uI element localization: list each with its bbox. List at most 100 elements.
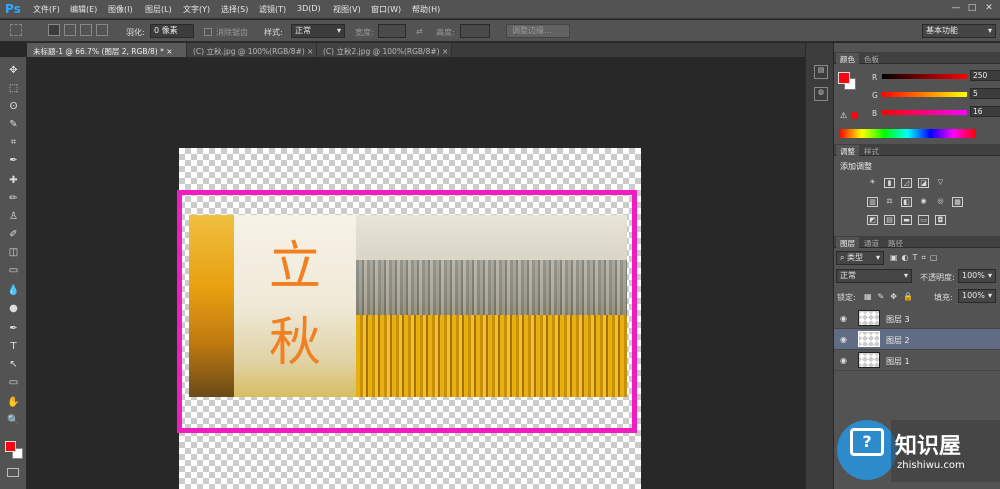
invert-adjust-icon[interactable]: ◩ — [867, 215, 878, 225]
healing-brush-tool-icon[interactable]: ✚ — [6, 173, 21, 188]
menu-select[interactable]: 选择(S) — [221, 4, 248, 15]
tab-close-icon[interactable]: × — [442, 47, 448, 56]
menu-image[interactable]: 图像(I) — [108, 4, 133, 15]
eyedropper-tool-icon[interactable]: ✒ — [6, 153, 21, 168]
hand-tool-icon[interactable]: ✋ — [6, 395, 21, 410]
marquee-preset-icon[interactable] — [10, 24, 22, 36]
eraser-tool-icon[interactable]: ◫ — [6, 245, 21, 260]
levels-adjust-icon[interactable]: ▮ — [884, 178, 895, 188]
slider-green[interactable]: G 5 — [872, 88, 1000, 100]
minimize-icon[interactable]: — — [949, 2, 963, 15]
layer-filter-select[interactable]: ⌕ 类型 ▾ — [836, 251, 884, 265]
pen-tool-icon[interactable]: ✒ — [6, 321, 21, 336]
tab-color[interactable]: 颜色 — [836, 53, 859, 64]
close-icon[interactable]: ✕ — [982, 2, 996, 15]
shape-tool-icon[interactable]: ▭ — [6, 375, 21, 390]
antialias-checkbox[interactable] — [204, 28, 212, 36]
menu-edit[interactable]: 编辑(E) — [70, 4, 97, 15]
zoom-tool-icon[interactable]: 🔍 — [6, 413, 21, 428]
quick-mask-icon[interactable] — [7, 468, 19, 477]
menu-type[interactable]: 文字(Y) — [183, 4, 210, 15]
selective-color-adjust-icon[interactable]: ◘ — [935, 215, 946, 225]
menu-layer[interactable]: 图层(L) — [145, 4, 172, 15]
tab-paths[interactable]: 路径 — [884, 237, 907, 248]
tab-styles[interactable]: 样式 — [860, 145, 883, 156]
layer-row-selected[interactable]: ◉ 图层 2 — [834, 329, 1000, 350]
brightness-adjust-icon[interactable]: ☀ — [867, 178, 878, 188]
menu-window[interactable]: 窗口(W) — [371, 4, 401, 15]
tab-close-icon[interactable]: × — [307, 47, 313, 56]
path-select-tool-icon[interactable]: ↖ — [6, 357, 21, 372]
lock-icons[interactable]: ▦✎✥🔒 — [864, 292, 919, 301]
clone-stamp-tool-icon[interactable]: ♙ — [6, 209, 21, 224]
tab-swatches[interactable]: 色板 — [860, 53, 883, 64]
black-white-adjust-icon[interactable]: ◧ — [901, 197, 912, 207]
fill-input[interactable]: 100% ▾ — [958, 289, 996, 303]
vibrance-adjust-icon[interactable]: ▽ — [935, 178, 946, 188]
blend-mode-select[interactable]: 正常 ▾ — [836, 269, 912, 283]
move-tool-icon[interactable]: ✥ — [6, 63, 21, 78]
workspace-select[interactable]: 基本功能 ▾ — [922, 24, 996, 38]
add-selection-icon[interactable] — [64, 24, 76, 36]
lasso-tool-icon[interactable]: ʘ — [6, 99, 21, 114]
layer-filter-icons[interactable]: ▣◐T⌗▢ — [890, 253, 942, 263]
color-spectrum-bar[interactable] — [839, 129, 976, 138]
tab-liqiu2[interactable]: (C) 立秋2.jpg @ 100%(RGB/8#) × — [317, 43, 452, 57]
properties-panel-icon[interactable]: ◍ — [814, 87, 828, 101]
channel-mixer-adjust-icon[interactable]: ◎ — [935, 197, 946, 207]
swap-icon[interactable]: ⇄ — [416, 27, 423, 36]
blue-value-input[interactable]: 16 — [970, 106, 1000, 117]
brush-tool-icon[interactable]: ✏ — [6, 191, 21, 206]
curves-adjust-icon[interactable]: ◿ — [901, 178, 912, 188]
intersect-selection-icon[interactable] — [96, 24, 108, 36]
width-input[interactable] — [378, 24, 406, 38]
crop-tool-icon[interactable]: ⌗ — [6, 135, 21, 150]
height-input[interactable] — [460, 24, 490, 38]
dodge-tool-icon[interactable]: ● — [6, 301, 21, 316]
menu-help[interactable]: 帮助(H) — [412, 4, 440, 15]
threshold-adjust-icon[interactable]: ▬ — [901, 215, 912, 225]
gradient-map-adjust-icon[interactable]: ▭ — [918, 215, 929, 225]
style-select[interactable]: 正常 ▾ — [291, 24, 345, 38]
history-panel-icon[interactable]: ▤ — [814, 65, 828, 79]
slider-red-track[interactable] — [882, 74, 967, 79]
color-balance-adjust-icon[interactable]: ⚖ — [884, 197, 895, 207]
color-lookup-adjust-icon[interactable]: ▦ — [952, 197, 963, 207]
tab-close-icon[interactable]: × — [166, 47, 172, 56]
blur-tool-icon[interactable]: 💧 — [6, 283, 21, 298]
menu-3d[interactable]: 3D(D) — [297, 4, 321, 13]
tab-untitled-1[interactable]: 未标题-1 @ 66.7% (图层 2, RGB/8) * × — [27, 43, 187, 57]
slider-blue[interactable]: B 16 — [872, 106, 1000, 118]
opacity-input[interactable]: 100% ▾ — [958, 269, 996, 283]
gradient-tool-icon[interactable]: ▭ — [6, 263, 21, 278]
menu-view[interactable]: 视图(V) — [333, 4, 361, 15]
refine-edge-button[interactable]: 调整边缘... — [506, 24, 570, 38]
posterize-adjust-icon[interactable]: ▤ — [884, 215, 895, 225]
foreground-color-swatch[interactable] — [5, 441, 16, 452]
visibility-eye-icon[interactable]: ◉ — [840, 314, 847, 323]
type-tool-icon[interactable]: T — [6, 339, 21, 354]
maximize-icon[interactable]: □ — [965, 2, 979, 15]
menu-filter[interactable]: 滤镜(T) — [259, 4, 286, 15]
green-value-input[interactable]: 5 — [970, 88, 1000, 99]
history-brush-tool-icon[interactable]: ✐ — [6, 227, 21, 242]
quick-select-tool-icon[interactable]: ✎ — [6, 117, 21, 132]
slider-blue-track[interactable] — [882, 110, 967, 115]
marquee-tool-icon[interactable]: ⬚ — [6, 81, 21, 96]
red-value-input[interactable]: 250 — [970, 70, 1000, 81]
tab-channels[interactable]: 通道 — [860, 237, 883, 248]
feather-input[interactable]: 0 像素 — [150, 24, 194, 38]
visibility-eye-icon[interactable]: ◉ — [840, 356, 847, 365]
gamut-color-chip[interactable] — [851, 112, 858, 119]
layer-row[interactable]: ◉ 图层 1 — [834, 350, 1000, 371]
hue-adjust-icon[interactable]: ▥ — [867, 197, 878, 207]
slider-green-track[interactable] — [882, 92, 967, 97]
slider-red[interactable]: R 250 — [872, 70, 1000, 82]
subtract-selection-icon[interactable] — [80, 24, 92, 36]
color-panel-foreground[interactable] — [838, 72, 850, 84]
exposure-adjust-icon[interactable]: ◪ — [918, 178, 929, 188]
tab-adjustments[interactable]: 调整 — [836, 145, 859, 156]
visibility-eye-icon[interactable]: ◉ — [840, 335, 847, 344]
tab-liqiu[interactable]: (C) 立秋.jpg @ 100%(RGB/8#) × — [187, 43, 317, 57]
menu-file[interactable]: 文件(F) — [33, 4, 60, 15]
